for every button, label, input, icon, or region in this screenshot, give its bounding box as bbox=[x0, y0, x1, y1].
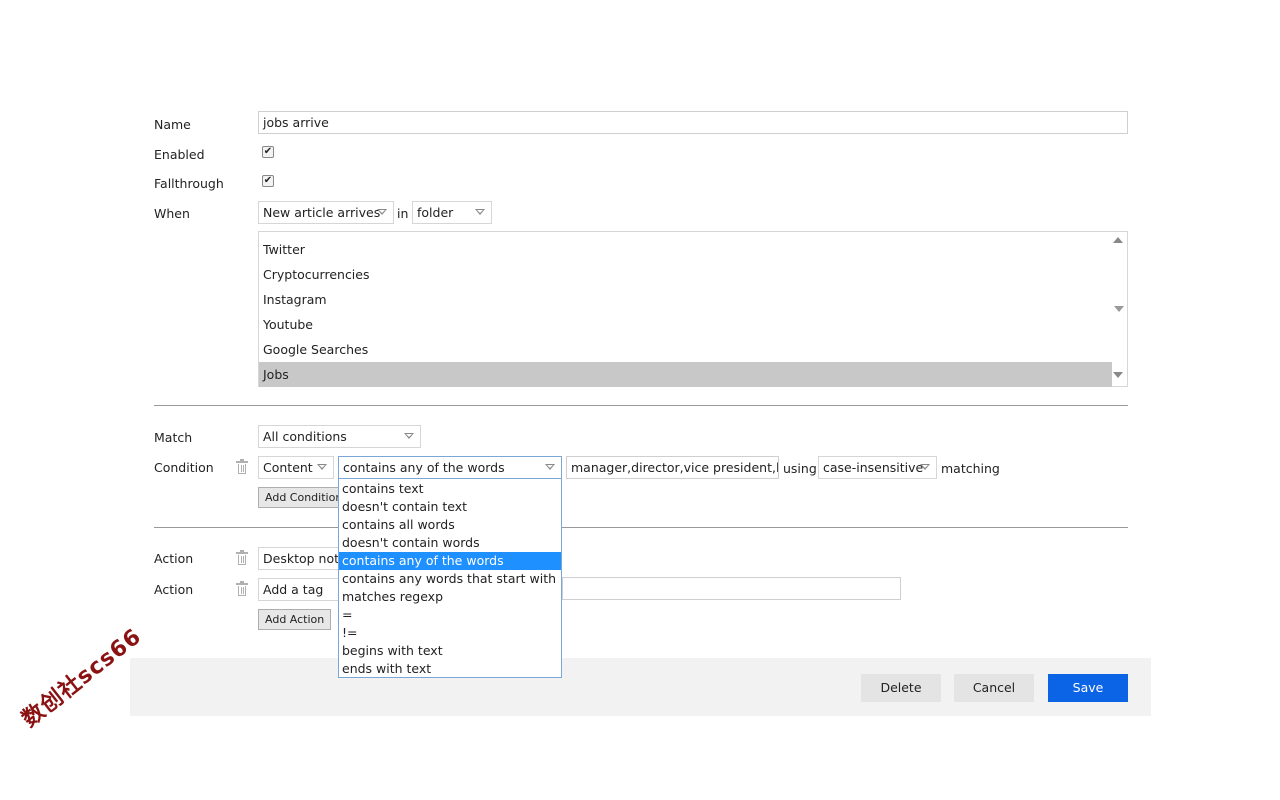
chevron-down-icon bbox=[377, 209, 387, 215]
chevron-down-icon bbox=[545, 464, 555, 470]
match-value: All conditions bbox=[263, 429, 347, 444]
when-event-value: New article arrives bbox=[263, 205, 381, 220]
condition-operator-select[interactable]: contains any of the words bbox=[338, 456, 562, 479]
scroll-down-icon[interactable] bbox=[1113, 372, 1123, 378]
folder-listbox[interactable]: Twitter Cryptocurrencies Instagram Youtu… bbox=[258, 231, 1128, 387]
chevron-down-icon bbox=[920, 464, 930, 470]
folder-item[interactable]: Cryptocurrencies bbox=[259, 262, 1112, 287]
folder-item[interactable]: Twitter bbox=[259, 237, 1112, 262]
condition-case-value: case-insensitive bbox=[823, 460, 924, 475]
add-action-button[interactable]: Add Action bbox=[258, 609, 332, 630]
folder-item[interactable]: Google Searches bbox=[259, 337, 1112, 362]
when-label: When bbox=[154, 206, 190, 221]
operator-option-selected[interactable]: contains any of the words bbox=[339, 552, 561, 570]
folder-item[interactable]: Youtube bbox=[259, 312, 1112, 337]
scroll-up-icon[interactable] bbox=[1113, 237, 1123, 243]
tag-input[interactable] bbox=[562, 577, 901, 600]
match-label: Match bbox=[154, 430, 193, 445]
folder-item[interactable]: Instagram bbox=[259, 287, 1112, 312]
condition-field-value: Content bbox=[263, 460, 313, 475]
action-label: Action bbox=[154, 582, 194, 597]
trash-icon[interactable] bbox=[236, 459, 248, 474]
condition-field-select[interactable]: Content bbox=[258, 456, 334, 479]
save-button[interactable]: Save bbox=[1048, 674, 1128, 702]
trash-icon[interactable] bbox=[236, 550, 248, 565]
name-label: Name bbox=[154, 117, 191, 132]
operator-option[interactable]: contains all words bbox=[339, 516, 561, 534]
operator-dropdown-list[interactable]: contains text doesn't contain text conta… bbox=[338, 478, 562, 678]
operator-option[interactable]: != bbox=[339, 624, 561, 642]
enabled-checkbox[interactable]: ✔ bbox=[262, 146, 274, 158]
when-scope-select[interactable]: folder bbox=[412, 201, 492, 224]
chevron-down-icon bbox=[404, 433, 414, 439]
operator-option[interactable]: contains any words that start with bbox=[339, 570, 561, 588]
operator-option[interactable]: doesn't contain words bbox=[339, 534, 561, 552]
condition-case-select[interactable]: case-insensitive bbox=[818, 456, 937, 479]
folder-item-selected[interactable]: Jobs bbox=[259, 362, 1112, 387]
cancel-button[interactable]: Cancel bbox=[954, 674, 1034, 702]
delete-button[interactable]: Delete bbox=[861, 674, 941, 702]
scroll-down-icon[interactable] bbox=[1114, 306, 1124, 312]
match-select[interactable]: All conditions bbox=[258, 425, 421, 448]
action-type-value: Add a tag bbox=[263, 582, 324, 597]
fallthrough-checkbox[interactable]: ✔ bbox=[262, 175, 274, 187]
trash-icon[interactable] bbox=[236, 581, 248, 596]
using-text: using bbox=[783, 461, 817, 476]
enabled-label: Enabled bbox=[154, 147, 205, 162]
operator-option[interactable]: contains text bbox=[339, 480, 561, 498]
check-icon: ✔ bbox=[263, 146, 273, 157]
when-scope-value: folder bbox=[417, 205, 454, 220]
operator-option[interactable]: = bbox=[339, 606, 561, 624]
operator-option[interactable]: ends with text bbox=[339, 660, 561, 678]
action-label: Action bbox=[154, 551, 194, 566]
in-text: in bbox=[397, 206, 409, 221]
fallthrough-label: Fallthrough bbox=[154, 176, 224, 191]
matching-text: matching bbox=[941, 461, 1000, 476]
when-event-select[interactable]: New article arrives bbox=[258, 201, 394, 224]
divider bbox=[154, 405, 1128, 406]
operator-option[interactable]: matches regexp bbox=[339, 588, 561, 606]
condition-operator-value: contains any of the words bbox=[343, 460, 505, 475]
action-type-value: Desktop noti bbox=[263, 551, 343, 566]
name-input[interactable]: jobs arrive bbox=[258, 111, 1128, 134]
check-icon: ✔ bbox=[263, 175, 273, 186]
condition-label: Condition bbox=[154, 460, 214, 475]
operator-option[interactable]: doesn't contain text bbox=[339, 498, 561, 516]
operator-option[interactable]: begins with text bbox=[339, 642, 561, 660]
chevron-down-icon bbox=[317, 464, 327, 470]
chevron-down-icon bbox=[475, 209, 485, 215]
watermark: 数创社scs66 bbox=[17, 624, 147, 733]
add-condition-button[interactable]: Add Condition bbox=[258, 487, 350, 508]
divider bbox=[154, 527, 1128, 528]
condition-value-input[interactable]: manager,director,vice president,leac bbox=[566, 456, 779, 479]
